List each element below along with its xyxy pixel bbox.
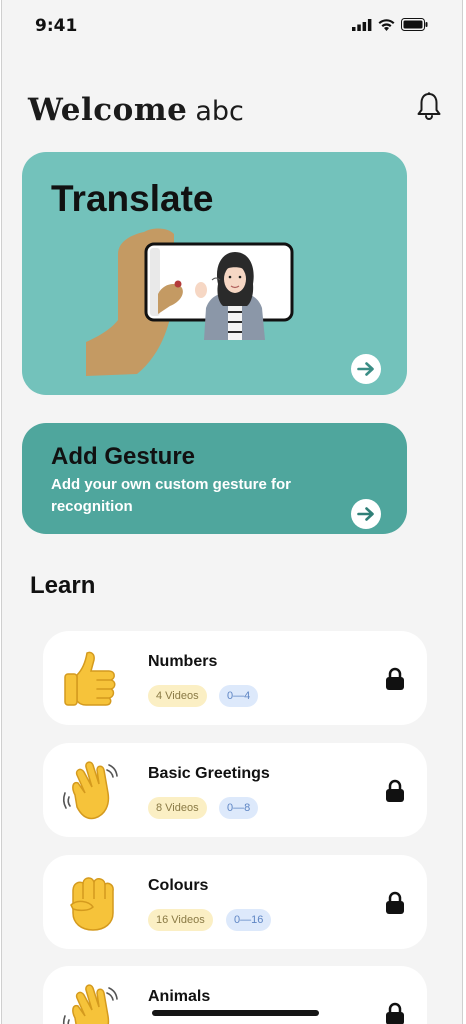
videos-count-badge: 8 Videos [148, 797, 207, 819]
welcome-word: Welcome [28, 92, 188, 128]
lesson-title: Colours [148, 877, 209, 894]
raised-fist-icon [70, 877, 114, 931]
waving-hand-icon [62, 984, 118, 1024]
videos-count-badge: 16 Videos [148, 909, 213, 931]
arrow-right-icon [357, 507, 374, 521]
lock-icon [386, 779, 404, 802]
videos-count-badge: 4 Videos [148, 685, 207, 707]
battery-icon [401, 18, 428, 31]
lesson-title: Numbers [148, 653, 218, 670]
translate-title: Translate [51, 178, 214, 219]
lesson-title: Basic Greetings [148, 765, 270, 782]
status-icons [352, 18, 428, 31]
add-gesture-card[interactable]: Add Gesture Add your own custom gesture … [22, 423, 407, 534]
range-badge: 0—4 [219, 685, 259, 707]
status-bar: 9:41 [2, 0, 462, 52]
cellular-signal-icon [352, 18, 372, 31]
phone-screen: 9:41 Welcome abc Translate Add Gesture A… [1, 0, 463, 1024]
wifi-icon [378, 18, 395, 31]
lock-icon [386, 667, 404, 690]
lesson-title: Animals [148, 988, 211, 1005]
add-gesture-title: Add Gesture [51, 443, 196, 470]
arrow-right-icon [357, 362, 374, 376]
range-badge: 0—16 [226, 909, 272, 931]
translate-card[interactable]: Translate [22, 152, 407, 395]
add-gesture-subtitle: Add your own custom gesture for recognit… [51, 476, 292, 515]
welcome-heading: Welcome abc [28, 92, 244, 128]
add-gesture-arrow-button[interactable] [351, 499, 381, 529]
lesson-card-numbers[interactable]: Numbers 4 Videos 0—4 [43, 631, 427, 725]
lesson-card-basic-greetings[interactable]: Basic Greetings 8 Videos 0—8 [43, 743, 427, 837]
range-badge: 0—8 [219, 797, 259, 819]
translate-arrow-button[interactable] [351, 354, 381, 384]
learn-heading: Learn [30, 572, 96, 599]
lesson-card-colours[interactable]: Colours 16 Videos 0—16 [43, 855, 427, 949]
user-name: abc [195, 96, 244, 127]
lock-icon [386, 1002, 404, 1024]
status-time: 9:41 [35, 16, 78, 36]
bell-icon[interactable] [415, 91, 443, 121]
waving-hand-icon [62, 761, 118, 820]
thumbs-up-icon [64, 651, 116, 706]
hand-holding-phone-illustration [86, 228, 294, 376]
home-indicator[interactable] [152, 1010, 319, 1016]
lock-icon [386, 891, 404, 914]
